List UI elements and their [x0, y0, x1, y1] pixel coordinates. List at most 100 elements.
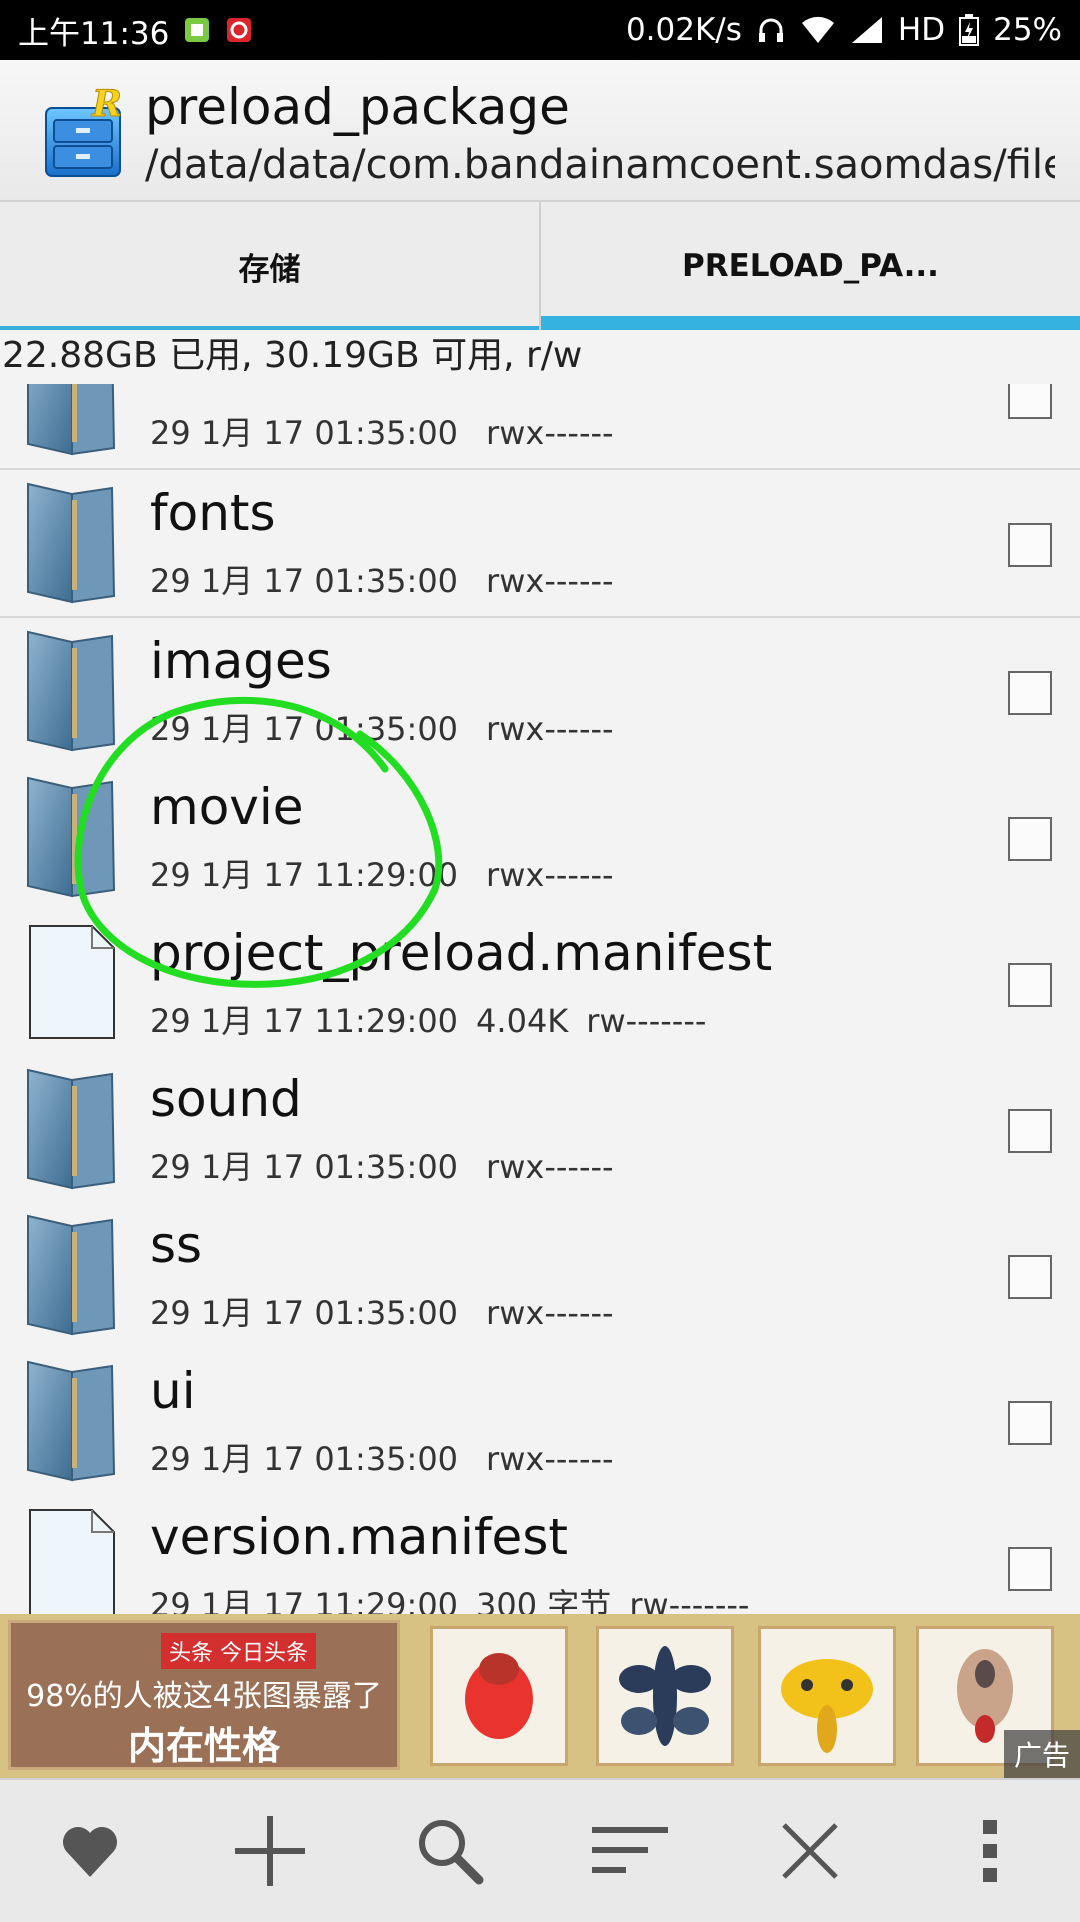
- close-icon: [782, 1823, 838, 1879]
- bottom-toolbar: [0, 1778, 1080, 1922]
- file-date: 29 1月 17 01:35:00: [150, 562, 459, 600]
- select-checkbox[interactable]: [1008, 1401, 1052, 1445]
- file-date: 29 1月 17 01:35:00: [150, 710, 459, 748]
- tab-preload-package[interactable]: PRELOAD_PA...: [541, 202, 1080, 330]
- file-permissions: rwx------: [486, 1294, 614, 1332]
- file-date: 29 1月 17 11:29:00: [150, 856, 459, 894]
- ad-headline: 98%的人被这4张图暴露了: [26, 1679, 382, 1714]
- file-size: 4.04K: [476, 1002, 569, 1040]
- list-item[interactable]: sound 29 1月 17 01:35:00 rwx------: [0, 1056, 1080, 1204]
- folder-icon: [27, 1215, 115, 1335]
- folder-icon: [27, 777, 115, 897]
- search-button[interactable]: [390, 1791, 510, 1911]
- inkblot-image: [430, 1626, 568, 1766]
- file-date: 29 1月 17 01:35:00: [150, 1440, 459, 1478]
- sort-button[interactable]: [570, 1791, 690, 1911]
- headphones-icon: [758, 18, 783, 42]
- list-item[interactable]: ss 29 1月 17 01:35:00 rwx------: [0, 1202, 1080, 1350]
- plus-icon: [235, 1816, 305, 1886]
- more-vert-icon: [983, 1820, 997, 1882]
- more-button[interactable]: [930, 1791, 1050, 1911]
- battery-icon: [959, 14, 980, 46]
- file-permissions: rwx------: [486, 414, 614, 452]
- file-date: 29 1月 17 11:29:00: [150, 1002, 459, 1040]
- inkblot-image: [758, 1626, 896, 1766]
- select-checkbox[interactable]: [1008, 1109, 1052, 1153]
- search-icon: [419, 1820, 484, 1885]
- ad-banner[interactable]: 头条 今日头条 98%的人被这4张图暴露了 内在性格 广告: [0, 1614, 1080, 1778]
- folder-icon: [27, 1361, 115, 1481]
- tab-label: 存储: [238, 251, 301, 288]
- tab-label: PRELOAD_PA...: [682, 248, 939, 284]
- file-name: movie: [150, 778, 304, 836]
- tab-bar: 存储 PRELOAD_PA...: [0, 202, 1080, 330]
- file-permissions: rwx------: [486, 562, 614, 600]
- file-list[interactable]: data 29 1月 17 01:35:00 rwx------ fonts 29…: [0, 384, 1080, 1614]
- wifi-icon: [801, 16, 834, 43]
- folder-icon: [27, 1069, 115, 1189]
- app-notification-icon: [185, 18, 210, 42]
- file-date: 29 1月 17 01:35:00: [150, 414, 459, 452]
- file-name: sound: [150, 1070, 302, 1128]
- select-checkbox[interactable]: [1008, 817, 1052, 861]
- app-bar: R preload_package /data/data/com.bandain…: [0, 60, 1080, 202]
- select-checkbox[interactable]: [1008, 963, 1052, 1007]
- svg-text:R: R: [91, 86, 122, 125]
- list-item[interactable]: ui 29 1月 17 01:35:00 rwx------: [0, 1348, 1080, 1496]
- ad-subheadline: 内在性格: [127, 1724, 280, 1768]
- select-checkbox[interactable]: [1008, 1255, 1052, 1299]
- app-logo-icon[interactable]: R: [44, 86, 124, 178]
- signal-icon: [851, 17, 882, 43]
- status-bar: 上午11:36 0.02K/s HD 25%: [0, 0, 1080, 60]
- file-name: ui: [150, 1362, 196, 1420]
- select-checkbox[interactable]: [1008, 523, 1052, 567]
- favorites-button[interactable]: [30, 1791, 150, 1911]
- file-permissions: rw-------: [586, 1002, 707, 1040]
- page-title: preload_package: [145, 78, 570, 136]
- file-permissions: rwx------: [486, 1440, 614, 1478]
- current-path: /data/data/com.bandainamcoent.saomdas/fi…: [145, 142, 1055, 188]
- list-item[interactable]: images 29 1月 17 01:35:00 rwx------: [0, 618, 1080, 766]
- storage-info: 22.88GB 已用, 30.19GB 可用, r/w: [0, 330, 1080, 384]
- file-date: 29 1月 17 11:29:00: [150, 1586, 459, 1614]
- ad-label: 广告: [1003, 1730, 1080, 1778]
- folder-icon: [27, 384, 115, 455]
- list-item[interactable]: data 29 1月 17 01:35:00 rwx------: [0, 384, 1080, 470]
- status-time: 上午11:36: [18, 15, 170, 52]
- file-name: version.manifest: [150, 1508, 568, 1566]
- file-date: 29 1月 17 01:35:00: [150, 1294, 459, 1332]
- new-button[interactable]: [210, 1791, 330, 1911]
- file-icon: [29, 1509, 115, 1614]
- folder-icon: [27, 483, 115, 603]
- file-name: fonts: [150, 484, 276, 542]
- network-type: HD: [897, 12, 946, 48]
- file-name: project_preload.manifest: [150, 924, 773, 982]
- tab-storage[interactable]: 存储: [0, 202, 541, 330]
- list-item[interactable]: fonts 29 1月 17 01:35:00 rwx------: [0, 470, 1080, 618]
- file-name: data: [150, 384, 263, 394]
- heart-icon: [63, 1827, 117, 1877]
- file-name: images: [150, 632, 332, 690]
- file-permissions: rwx------: [486, 1148, 614, 1186]
- file-icon: [29, 925, 115, 1039]
- select-checkbox[interactable]: [1008, 1547, 1052, 1591]
- file-permissions: rw-------: [629, 1586, 750, 1614]
- battery-level: 25%: [993, 12, 1062, 48]
- list-item[interactable]: movie 29 1月 17 11:29:00 rwx------: [0, 764, 1080, 912]
- folder-icon: [27, 631, 115, 751]
- select-checkbox[interactable]: [1008, 384, 1052, 419]
- file-permissions: rwx------: [486, 856, 614, 894]
- list-item[interactable]: project_preload.manifest 29 1月 17 11:29:…: [0, 910, 1080, 1058]
- tab-indicator-active: [541, 316, 1080, 330]
- file-name: ss: [150, 1216, 203, 1274]
- file-permissions: rwx------: [486, 710, 614, 748]
- music-notification-icon: [227, 18, 252, 42]
- net-speed: 0.02K/s: [625, 12, 742, 48]
- list-item[interactable]: version.manifest 29 1月 17 11:29:00 300 字节…: [0, 1494, 1080, 1614]
- ad-text-panel: 头条 今日头条 98%的人被这4张图暴露了 内在性格: [8, 1620, 400, 1770]
- ad-brand: 头条 今日头条: [161, 1633, 316, 1669]
- select-checkbox[interactable]: [1008, 671, 1052, 715]
- close-button[interactable]: [750, 1791, 870, 1911]
- inkblot-image: [596, 1626, 734, 1766]
- sort-icon: [592, 1827, 668, 1873]
